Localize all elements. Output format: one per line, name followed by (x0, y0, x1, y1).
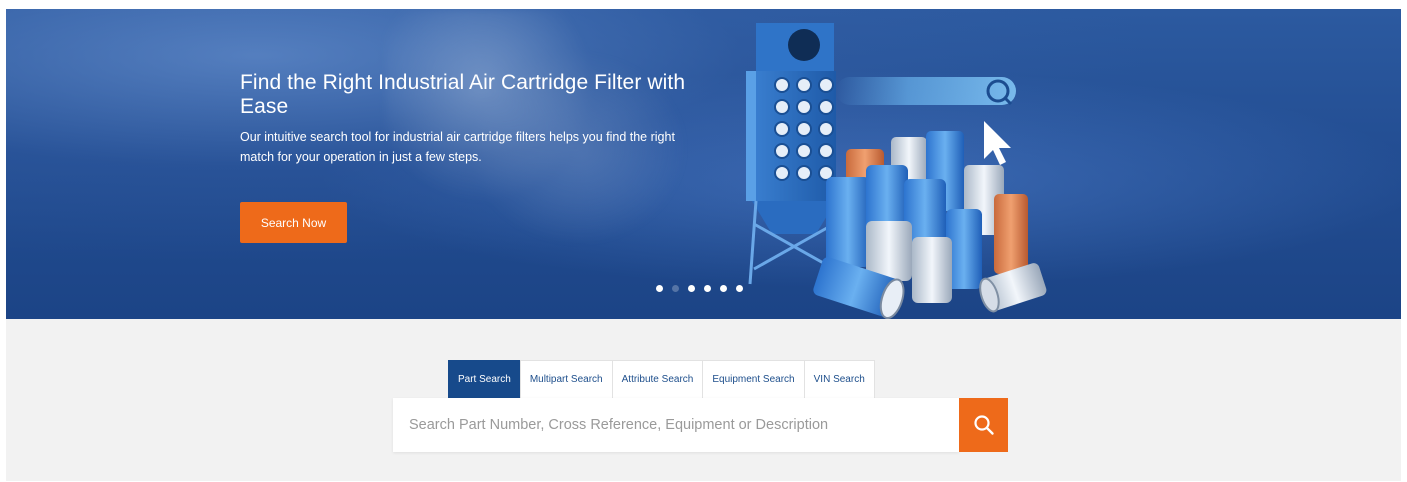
carousel-dots (656, 285, 743, 292)
tab-equipment-search[interactable]: Equipment Search (702, 360, 805, 398)
hero-description: Our intuitive search tool for industrial… (240, 130, 675, 164)
hero-copy: Find the Right Industrial Air Cartridge … (240, 71, 700, 167)
carousel-dot-6[interactable] (736, 285, 743, 292)
search-box (393, 398, 959, 452)
filters-illustration (746, 23, 1047, 319)
search-now-button[interactable]: Search Now (240, 202, 347, 243)
tab-part-search[interactable]: Part Search (448, 360, 521, 398)
carousel-dot-1[interactable] (656, 285, 663, 292)
carousel-dot-5[interactable] (720, 285, 727, 292)
carousel-dot-2[interactable] (672, 285, 679, 292)
tab-multipart-search[interactable]: Multipart Search (519, 360, 613, 398)
hero-banner: Find the Right Industrial Air Cartridge … (6, 9, 1401, 319)
tab-vin-search[interactable]: VIN Search (803, 360, 875, 398)
search-tabs: Part Search Multipart Search Attribute S… (448, 360, 875, 398)
carousel-dot-4[interactable] (704, 285, 711, 292)
search-icon (973, 415, 994, 435)
search-section: Part Search Multipart Search Attribute S… (6, 319, 1401, 481)
search-input[interactable] (393, 398, 959, 452)
carousel-dot-3[interactable] (688, 285, 695, 292)
search-button[interactable] (959, 398, 1008, 452)
hero-title: Find the Right Industrial Air Cartridge … (240, 71, 686, 118)
page: Find the Right Industrial Air Cartridge … (0, 0, 1407, 482)
tab-attribute-search[interactable]: Attribute Search (611, 360, 704, 398)
